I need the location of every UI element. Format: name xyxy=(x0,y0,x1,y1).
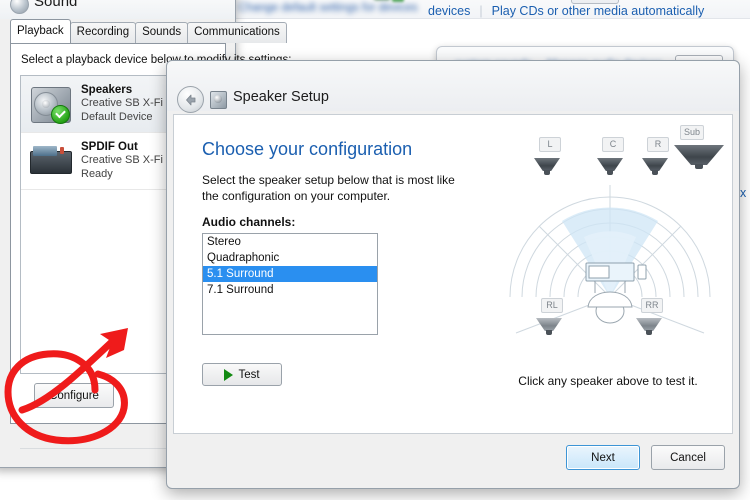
speaker-setup-content: Choose your configuration Select the spe… xyxy=(173,114,733,434)
speaker-label-RR: RR xyxy=(641,298,663,313)
tab-sounds[interactable]: Sounds xyxy=(135,22,189,43)
background-link-row: devices | Play CDs or other media automa… xyxy=(428,0,704,22)
speaker-subwoofer[interactable] xyxy=(674,145,724,169)
back-arrow-icon[interactable] xyxy=(177,86,204,113)
speaker-front-left[interactable] xyxy=(534,153,560,175)
link-devices[interactable]: devices xyxy=(428,4,470,18)
diagram-caption: Click any speaker above to test it. xyxy=(518,374,698,388)
list-item-71-surround[interactable]: 7.1 Surround xyxy=(203,282,377,298)
speaker-setup-titlebar: Speaker Setup xyxy=(167,61,739,113)
cancel-button[interactable]: Cancel xyxy=(651,445,725,470)
sound-tabs: Playback Recording Sounds Communications xyxy=(10,19,287,43)
speaker-device-icon xyxy=(29,84,73,124)
speaker-setup-title: Speaker Setup xyxy=(233,89,329,105)
audio-channels-label: Audio channels: xyxy=(202,215,296,229)
link-divider: | xyxy=(479,4,483,18)
spdif-device-icon xyxy=(29,141,73,181)
check-icon xyxy=(51,105,70,124)
list-item-51-surround[interactable]: 5.1 Surround xyxy=(203,266,377,282)
speaker-rear-left[interactable] xyxy=(536,313,562,335)
device-status: Default Device xyxy=(81,110,153,123)
speaker-front-right[interactable] xyxy=(642,153,668,175)
play-icon xyxy=(224,368,234,381)
link-play-cds[interactable]: Play CDs or other media automatically xyxy=(492,4,705,18)
test-button-label: Test xyxy=(238,368,260,381)
configure-button[interactable]: Configure xyxy=(34,383,114,408)
speaker-setup-button-row: Next Cancel xyxy=(566,445,725,470)
speaker-layout-diagram: L C R Sub RL RR xyxy=(492,125,724,355)
speaker-icon xyxy=(210,91,227,109)
page-description: Select the speaker setup below that is m… xyxy=(202,173,455,203)
speaker-front-center[interactable] xyxy=(597,153,623,175)
device-driver: Creative SB X-Fi xyxy=(81,154,163,167)
device-status: Ready xyxy=(81,167,113,180)
speaker-setup-dialog: Speaker Setup Choose your configuration … xyxy=(166,60,740,489)
next-button[interactable]: Next xyxy=(566,445,640,470)
audio-channels-listbox[interactable]: Stereo Quadraphonic 5.1 Surround 7.1 Sur… xyxy=(202,233,378,335)
speaker-rear-right[interactable] xyxy=(636,313,662,335)
tab-recording[interactable]: Recording xyxy=(69,22,137,43)
list-item-stereo[interactable]: Stereo xyxy=(203,234,377,250)
sound-dialog-title: Sound xyxy=(34,0,78,10)
speaker-label-Sub: Sub xyxy=(680,125,705,140)
page-title: Choose your configuration xyxy=(202,139,413,159)
device-driver: Creative SB X-Fi xyxy=(81,97,163,110)
speaker-label-RL: RL xyxy=(541,298,563,313)
device-name: SPDIF Out xyxy=(81,140,138,153)
list-item-quadraphonic[interactable]: Quadraphonic xyxy=(203,250,377,266)
device-name: Speakers xyxy=(81,83,133,96)
tab-playback[interactable]: Playback xyxy=(10,19,71,43)
speaker-label-L: L xyxy=(539,137,561,152)
speaker-label-C: C xyxy=(602,137,624,152)
speaker-icon xyxy=(10,0,29,14)
tab-communications[interactable]: Communications xyxy=(187,22,287,43)
speaker-label-R: R xyxy=(647,137,669,152)
background-blurred-text: Change default settings for devices xyxy=(238,2,418,14)
sound-dialog-titlebar: Sound xyxy=(0,0,235,19)
test-button[interactable]: Test xyxy=(202,363,282,386)
